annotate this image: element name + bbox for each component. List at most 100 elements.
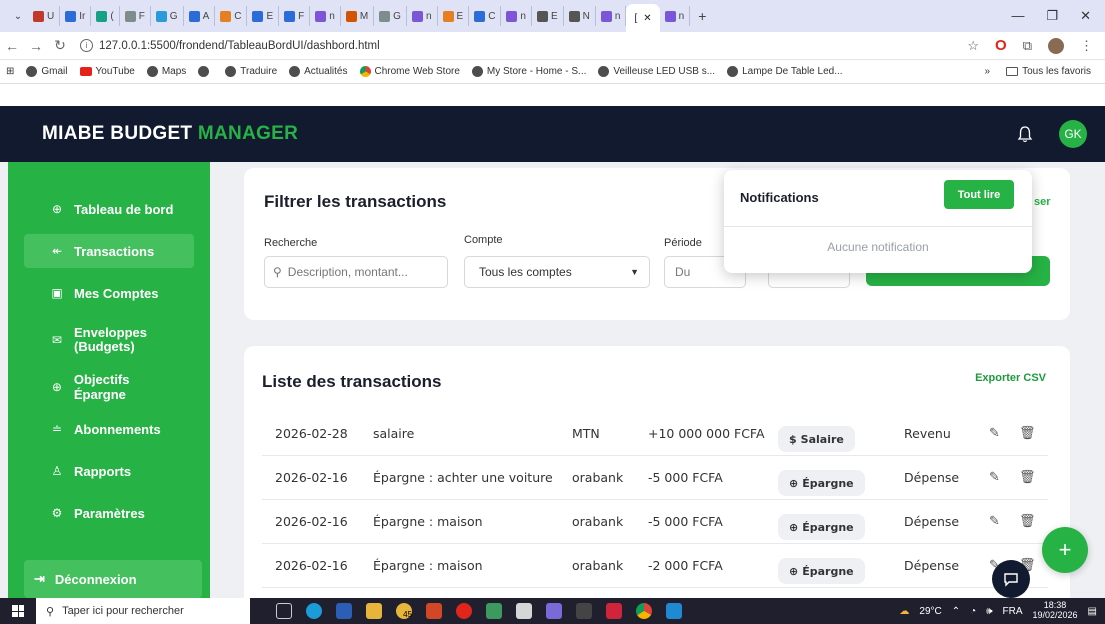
browser-tab[interactable]: n [596,6,627,26]
bookmark-item[interactable]: Chrome Web Store [354,66,466,77]
browser-tab[interactable]: ( [91,6,120,26]
chrome-icon[interactable]: 45 [396,603,412,619]
browser-tab[interactable]: n [407,6,438,26]
browser-tab[interactable]: U [28,6,61,26]
bookmark-item[interactable]: Actualités [283,66,353,77]
back-button[interactable]: ← [0,38,24,54]
edit-icon[interactable]: ✎ [989,514,1000,529]
browser-tab[interactable]: A [184,6,216,26]
opera-extension-icon[interactable]: O [995,37,1007,54]
browser-tab[interactable]: F [120,6,151,26]
bookmark-item[interactable]: Traduire [219,66,283,77]
browser-tab[interactable]: N [564,6,596,26]
edit-icon[interactable]: ✎ [989,470,1000,485]
browser-tab[interactable]: M [341,6,375,26]
browser-tab[interactable]: G [374,6,407,26]
file-explorer-icon[interactable] [366,603,382,619]
wps-icon[interactable] [606,603,622,619]
opera-icon[interactable] [456,603,472,619]
taskbar-search[interactable]: ⚲ Taper ici pour rechercher [36,598,250,624]
bookmark-item[interactable]: Lampe De Table Led... [721,66,848,77]
weather-icon[interactable]: ☁ [899,606,909,617]
sidebar-item-rapports[interactable]: ♙ Rapports [24,454,194,488]
app-icon[interactable] [546,603,562,619]
trash-icon[interactable]: 🗑 [1019,426,1036,441]
volume-icon[interactable]: 🕪 [986,606,992,617]
sidebar-item-paramètres[interactable]: ⚙ Paramètres [24,496,194,530]
browser-tab[interactable]: n [501,6,532,26]
network-icon[interactable]: ◔ [970,606,976,617]
browser-tab[interactable]: G [151,6,184,26]
hidden-reset-link[interactable]: ser [1034,196,1051,208]
start-button[interactable] [0,605,36,617]
active-browser-tab[interactable]: [✕ [626,4,660,32]
forward-button[interactable]: → [24,38,48,54]
powerpoint-icon[interactable] [426,603,442,619]
bookmark-star-icon[interactable]: ☆ [967,38,979,54]
trash-icon[interactable]: 🗑 [1019,514,1036,529]
restore-button[interactable]: ❐ [1046,8,1058,24]
extensions-icon[interactable]: ⧉ [1023,38,1032,54]
close-window-button[interactable]: ✕ [1080,8,1091,24]
profile-icon[interactable] [1048,37,1064,54]
bookmark-item[interactable]: YouTube [74,66,141,77]
user-avatar[interactable]: GK [1059,120,1087,148]
bookmark-item[interactable]: Veilleuse LED USB s... [592,66,721,77]
browser-menu-icon[interactable]: ⋮ [1080,38,1093,54]
terminal-icon[interactable] [576,603,592,619]
notification-center-icon[interactable]: ▤ [1088,606,1097,617]
tab-label: F [298,10,305,22]
tab-label: n [614,10,621,22]
task-view-icon[interactable] [276,603,292,619]
reload-button[interactable]: ↻ [48,37,72,54]
browser-tab[interactable]: n [660,6,691,26]
url-field[interactable]: i 127.0.0.1:5500/frondend/TableauBordUI/… [80,39,967,52]
browser-tab[interactable]: F [279,6,311,26]
chat-button[interactable] [992,560,1030,598]
account-select[interactable]: Tous les comptes ▼ [464,256,650,288]
logout-button[interactable]: ⇥ Déconnexion [24,560,202,598]
new-tab-button[interactable]: + [690,8,714,24]
browser-tab[interactable]: n [310,6,341,26]
sidebar-item-tableau[interactable]: ⊕ Tableau de bord [24,192,194,226]
browser-tab[interactable]: E [247,6,280,26]
read-all-button[interactable]: Tout lire [944,180,1014,209]
clock[interactable]: 18:38 19/02/2026 [1033,600,1078,621]
tray-chevron-icon[interactable]: ⌃ [952,606,960,617]
bookmark-item[interactable]: My Store - Home - S... [466,66,592,77]
minimize-button[interactable]: — [1011,8,1024,24]
language-indicator[interactable]: FRA [1003,606,1023,617]
site-info-icon[interactable]: i [80,39,93,52]
browser-tab[interactable]: E [438,6,470,26]
sidebar-item-transactions[interactable]: ↞ Transactions [24,234,194,268]
edge-icon[interactable] [306,603,322,619]
search-input[interactable]: ⚲ Description, montant... [264,256,448,288]
bookmark-item[interactable] [192,66,219,77]
sidebar-item-abonnements[interactable]: ≐ Abonnements [24,412,194,446]
sidebar-item-objectifs[interactable]: ⊕ Objectifs Épargne [24,370,194,404]
tab-search-button[interactable]: ⌄ [8,6,28,26]
export-csv-button[interactable]: Exporter CSV [975,372,1046,384]
sidebar-item-mes[interactable]: ▣ Mes Comptes [24,276,194,310]
apps-icon[interactable]: ⊞ [0,66,20,77]
browser-tab[interactable]: C [215,6,248,26]
sidebar-item-enveloppes[interactable]: ✉ Enveloppes (Budgets) [24,318,194,362]
vscode-icon[interactable] [666,603,682,619]
close-tab-icon[interactable]: ✕ [643,13,651,24]
trash-icon[interactable]: 🗑 [1019,470,1036,485]
browser-tab[interactable]: E [532,6,564,26]
word-icon[interactable] [336,603,352,619]
weather-temp[interactable]: 29°C [919,606,941,617]
edit-icon[interactable]: ✎ [989,426,1000,441]
chrome-icon[interactable] [636,603,652,619]
browser-tab[interactable]: Ir [60,6,92,26]
bookmark-item[interactable]: Gmail [20,66,73,77]
bookmark-item[interactable]: Maps [141,66,192,77]
bookmarks-overflow[interactable]: » [985,66,991,77]
browser-tab[interactable]: C [469,6,502,26]
all-bookmarks[interactable]: Tous les favoris [1000,66,1097,77]
app-icon[interactable] [516,603,532,619]
notification-bell-icon[interactable] [1017,125,1033,143]
app-icon[interactable] [486,603,502,619]
add-transaction-button[interactable]: + [1042,527,1088,573]
